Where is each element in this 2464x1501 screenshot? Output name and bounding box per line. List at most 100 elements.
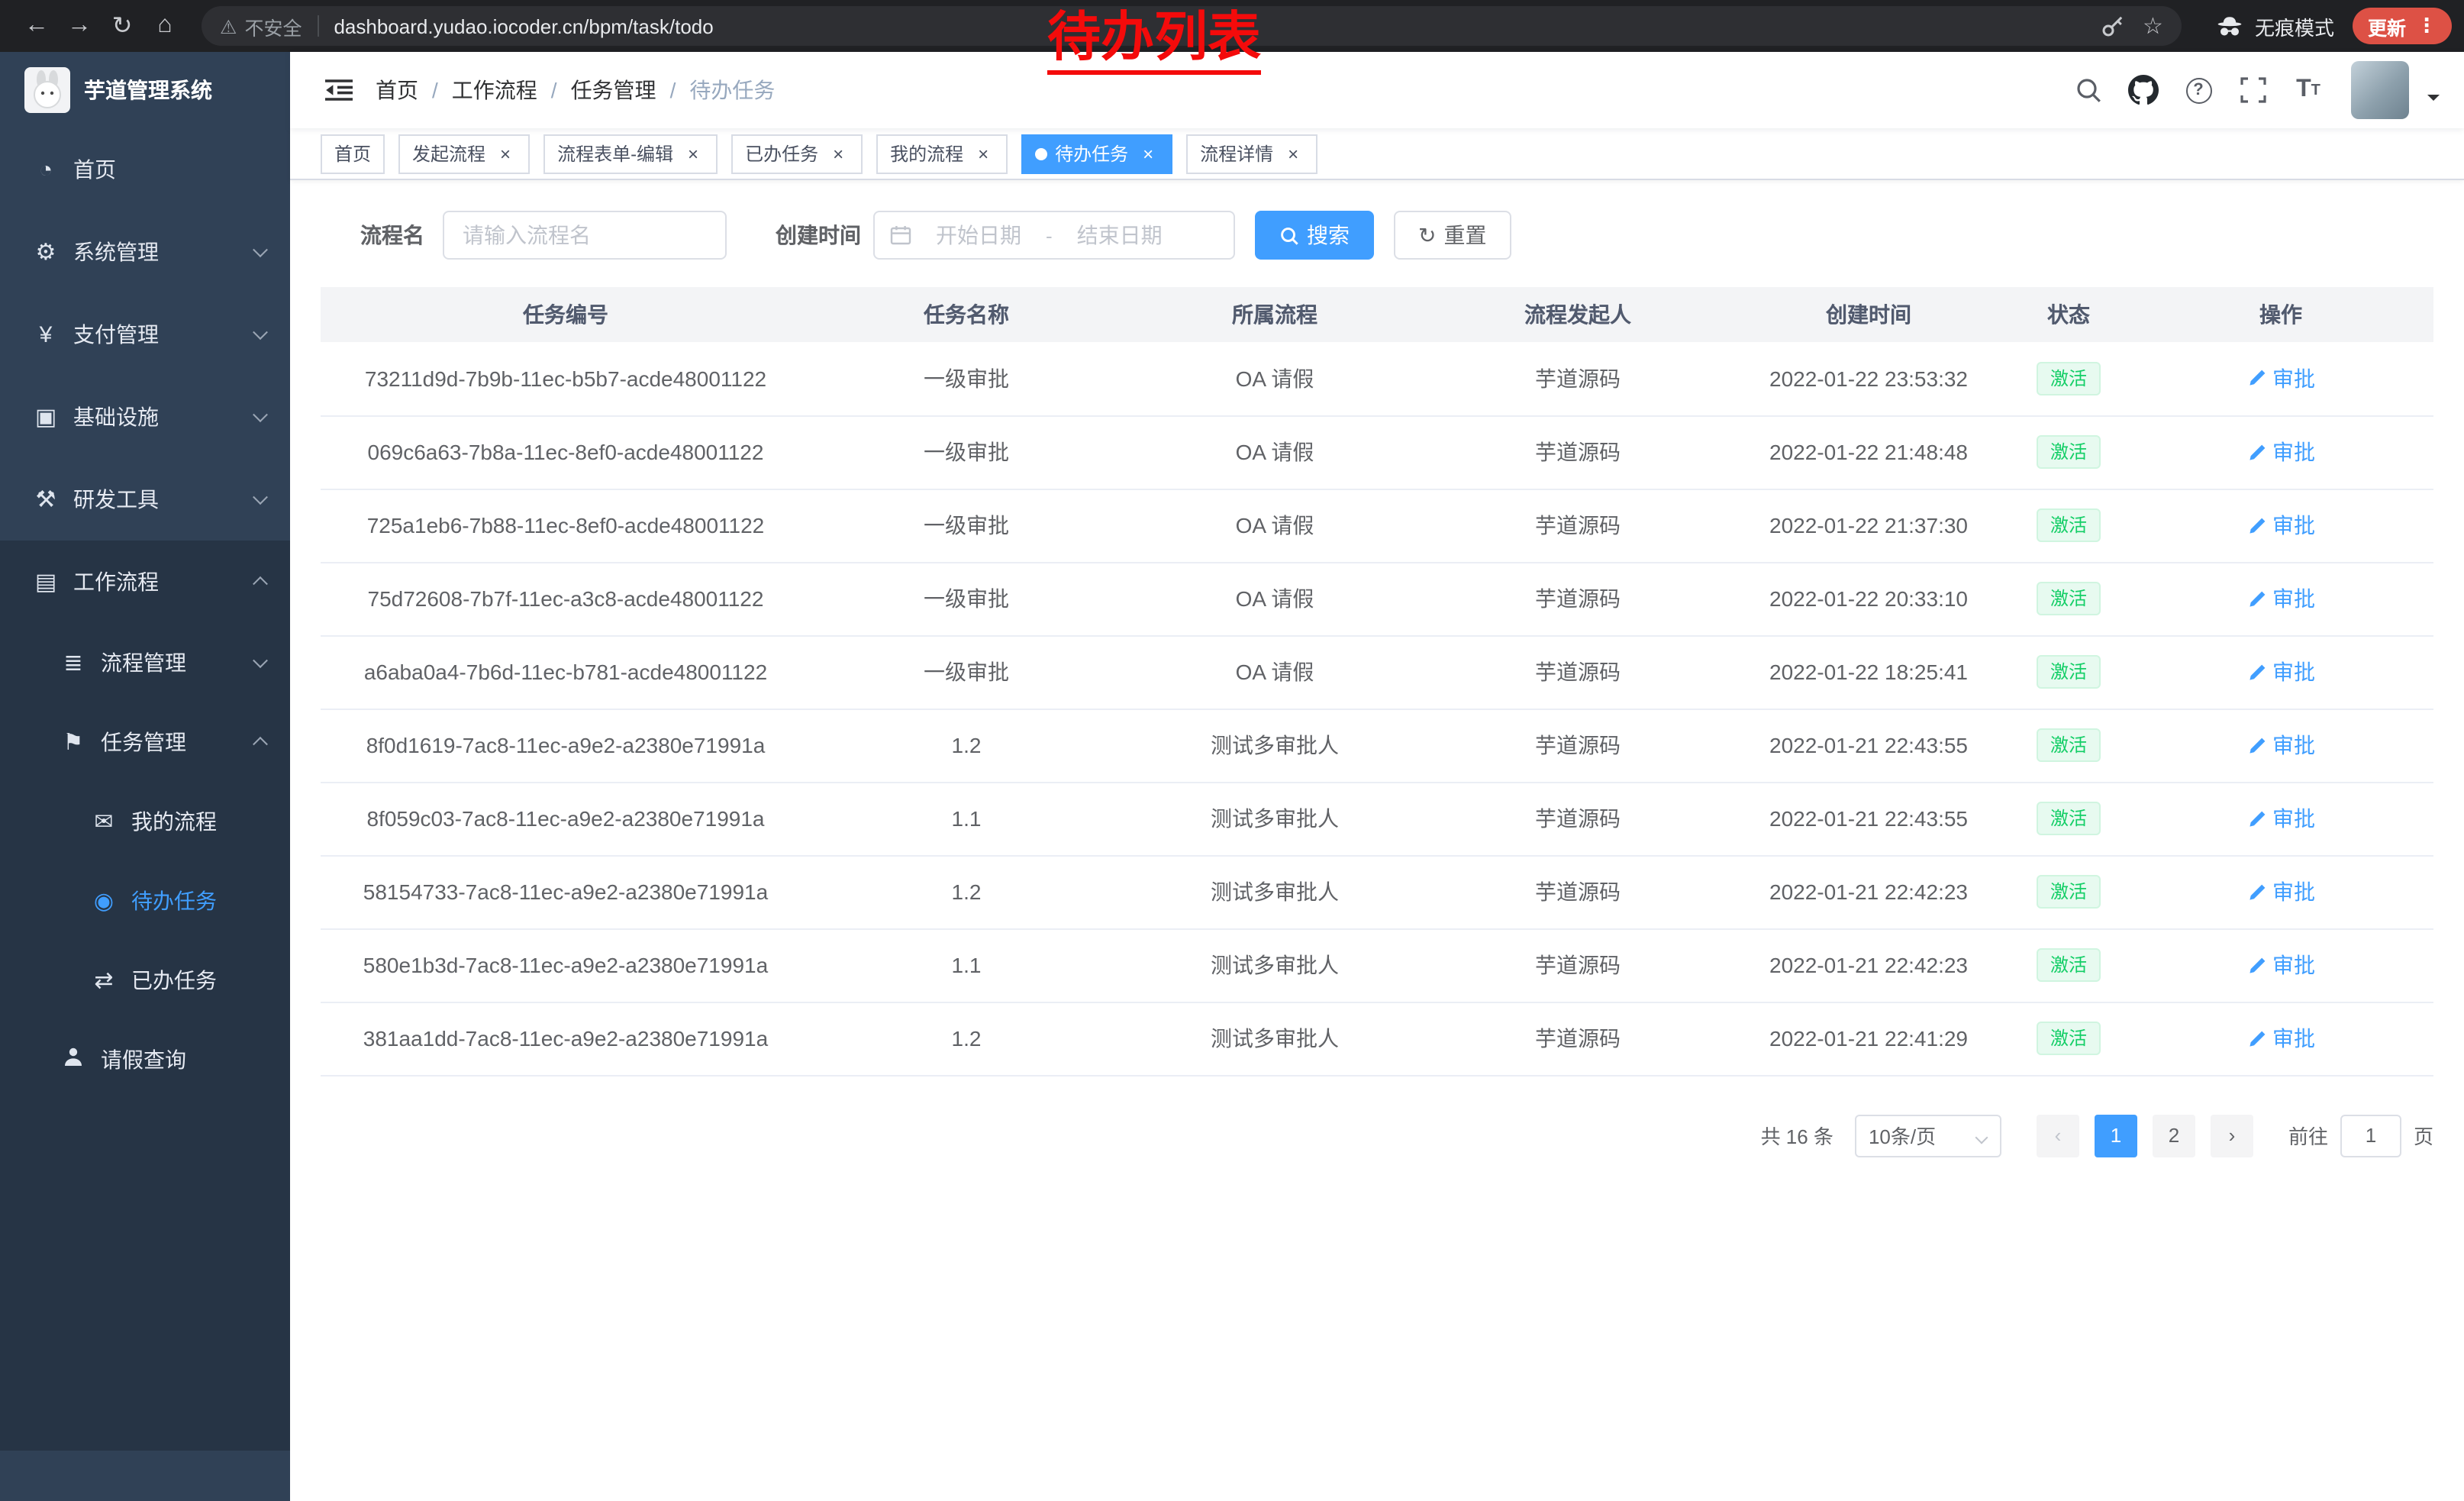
collapse-sidebar-icon[interactable] — [314, 66, 363, 115]
close-icon[interactable]: × — [1137, 143, 1159, 164]
page-size-value: 10条/页 — [1869, 1121, 1936, 1150]
cell-task-name: 一级审批 — [811, 415, 1122, 489]
reload-icon[interactable]: ↻ — [101, 5, 144, 47]
close-icon[interactable]: × — [495, 143, 516, 164]
cell-status: 激活 — [2009, 342, 2128, 415]
search-icon[interactable] — [2067, 69, 2110, 111]
page-size-select[interactable]: 10条/页 — [1855, 1114, 2001, 1157]
approve-link[interactable]: 审批 — [2246, 1023, 2315, 1054]
sidebar-item-process-mgmt[interactable]: ≣ 流程管理 — [0, 623, 290, 702]
cell-initiator: 芋道源码 — [1427, 342, 1728, 415]
more-vert-icon[interactable]: ⋮ — [2417, 14, 2437, 38]
close-icon[interactable]: × — [827, 143, 849, 164]
logo[interactable]: 芋道管理系统 — [0, 52, 290, 128]
approve-link[interactable]: 审批 — [2246, 876, 2315, 907]
update-label: 更新 — [2368, 11, 2406, 40]
page-button-1[interactable]: 1 — [2095, 1114, 2137, 1157]
sidebar-item-workflow[interactable]: ▤ 工作流程 — [0, 541, 290, 623]
sidebar-item-leave-query[interactable]: 请假查询 — [0, 1020, 290, 1099]
chevron-up-icon — [253, 576, 268, 592]
end-date-input[interactable] — [1062, 223, 1178, 247]
edit-icon — [2246, 515, 2266, 535]
cell-task-id: 580e1b3d-7ac8-11ec-a9e2-a2380e71991a — [321, 928, 811, 1002]
start-date-input[interactable] — [921, 223, 1037, 247]
sidebar-item-done-tasks[interactable]: ⇄ 已办任务 — [0, 941, 290, 1020]
back-icon[interactable]: ← — [15, 5, 58, 47]
close-icon[interactable]: × — [972, 143, 994, 164]
sidebar-item-my-process[interactable]: ✉ 我的流程 — [0, 782, 290, 861]
date-range-picker[interactable]: - — [873, 211, 1235, 260]
reset-button[interactable]: ↻ 重置 — [1394, 211, 1511, 260]
font-size-icon[interactable]: TT — [2287, 69, 2330, 111]
tab-done-tasks[interactable]: 已办任务 × — [731, 134, 863, 173]
forward-icon[interactable]: → — [58, 5, 101, 47]
home-icon[interactable]: ⌂ — [144, 5, 186, 47]
total-count: 共 16 条 — [1761, 1121, 1833, 1150]
approve-link[interactable]: 审批 — [2246, 803, 2315, 834]
sidebar-item-home[interactable]: ◔ 首页 — [0, 128, 290, 211]
github-icon[interactable] — [2122, 69, 2165, 111]
table-header-row: 任务编号 任务名称 所属流程 流程发起人 创建时间 状态 操作 — [321, 287, 2433, 342]
breadcrumb-workflow[interactable]: 工作流程 — [452, 75, 537, 105]
sidebar-item-infra[interactable]: ▣ 基础设施 — [0, 376, 290, 458]
approve-link[interactable]: 审批 — [2246, 950, 2315, 980]
cell-process: 测试多审批人 — [1122, 709, 1427, 782]
fullscreen-icon[interactable] — [2232, 69, 2275, 111]
breadcrumb-home[interactable]: 首页 — [376, 75, 418, 105]
search-icon — [1279, 225, 1299, 245]
page-button-2[interactable]: 2 — [2153, 1114, 2195, 1157]
sidebar-item-payment[interactable]: ¥ 支付管理 — [0, 293, 290, 376]
sidebar-item-devtools[interactable]: ⚒ 研发工具 — [0, 458, 290, 541]
edit-icon — [2246, 1028, 2266, 1048]
search-button[interactable]: 搜索 — [1255, 211, 1374, 260]
tab-process-detail[interactable]: 流程详情 × — [1186, 134, 1317, 173]
sidebar-item-task-mgmt[interactable]: ⚑ 任务管理 — [0, 702, 290, 782]
approve-link[interactable]: 审批 — [2246, 437, 2315, 467]
star-icon[interactable]: ☆ — [2143, 12, 2163, 40]
top-navbar: 首页 / 工作流程 / 任务管理 / 待办任务 ? TT — [290, 52, 2464, 128]
cell-initiator: 芋道源码 — [1427, 415, 1728, 489]
update-button[interactable]: 更新 ⋮ — [2353, 8, 2452, 44]
process-name-input[interactable] — [443, 211, 727, 260]
approve-link[interactable]: 审批 — [2246, 363, 2315, 394]
tab-todo-tasks[interactable]: 待办任务 × — [1021, 134, 1172, 173]
close-icon[interactable]: × — [1282, 143, 1304, 164]
sidebar-item-label: 待办任务 — [131, 886, 217, 916]
edit-icon — [2246, 442, 2266, 462]
approve-link[interactable]: 审批 — [2246, 730, 2315, 760]
key-icon[interactable] — [2100, 14, 2124, 38]
sidebar-item-todo-tasks[interactable]: ◉ 待办任务 — [0, 861, 290, 941]
tab-form-edit[interactable]: 流程表单-编辑 × — [543, 134, 718, 173]
security-indicator[interactable]: ⚠ 不安全 — [220, 11, 302, 40]
approve-link[interactable]: 审批 — [2246, 583, 2315, 614]
breadcrumb-task-mgmt[interactable]: 任务管理 — [571, 75, 656, 105]
breadcrumb-separator: / — [670, 78, 676, 102]
status-badge: 激活 — [2037, 948, 2101, 982]
tools-icon: ⚒ — [27, 486, 64, 513]
col-initiator: 流程发起人 — [1427, 287, 1728, 342]
caret-down-icon[interactable] — [2427, 95, 2440, 107]
breadcrumb-separator: / — [432, 78, 438, 102]
cell-create-time: 2022-01-21 22:43:55 — [1728, 709, 2009, 782]
avatar[interactable] — [2351, 61, 2409, 119]
cell-initiator: 芋道源码 — [1427, 928, 1728, 1002]
warning-icon: ⚠ — [220, 15, 237, 37]
task-table-body: 73211d9d-7b9b-11ec-b5b7-acde48001122 一级审… — [321, 342, 2433, 1075]
close-icon[interactable]: × — [682, 143, 704, 164]
goto-page-input[interactable] — [2340, 1114, 2401, 1157]
sidebar-item-system[interactable]: ⚙ 系统管理 — [0, 211, 290, 293]
sidebar-item-label: 我的流程 — [131, 806, 217, 837]
cell-task-id: 8f0d1619-7ac8-11ec-a9e2-a2380e71991a — [321, 709, 811, 782]
edit-icon — [2246, 809, 2266, 828]
approve-link[interactable]: 审批 — [2246, 657, 2315, 687]
help-icon[interactable]: ? — [2177, 69, 2220, 111]
tab-home[interactable]: 首页 — [321, 134, 385, 173]
cell-create-time: 2022-01-21 22:41:29 — [1728, 1002, 2009, 1075]
prev-page-button[interactable]: ‹ — [2037, 1114, 2079, 1157]
cell-task-name: 一级审批 — [811, 562, 1122, 635]
next-page-button[interactable]: › — [2211, 1114, 2253, 1157]
tab-my-process[interactable]: 我的流程 × — [876, 134, 1008, 173]
approve-link[interactable]: 审批 — [2246, 510, 2315, 541]
tab-start-process[interactable]: 发起流程 × — [398, 134, 530, 173]
reset-button-label: 重置 — [1443, 220, 1486, 250]
